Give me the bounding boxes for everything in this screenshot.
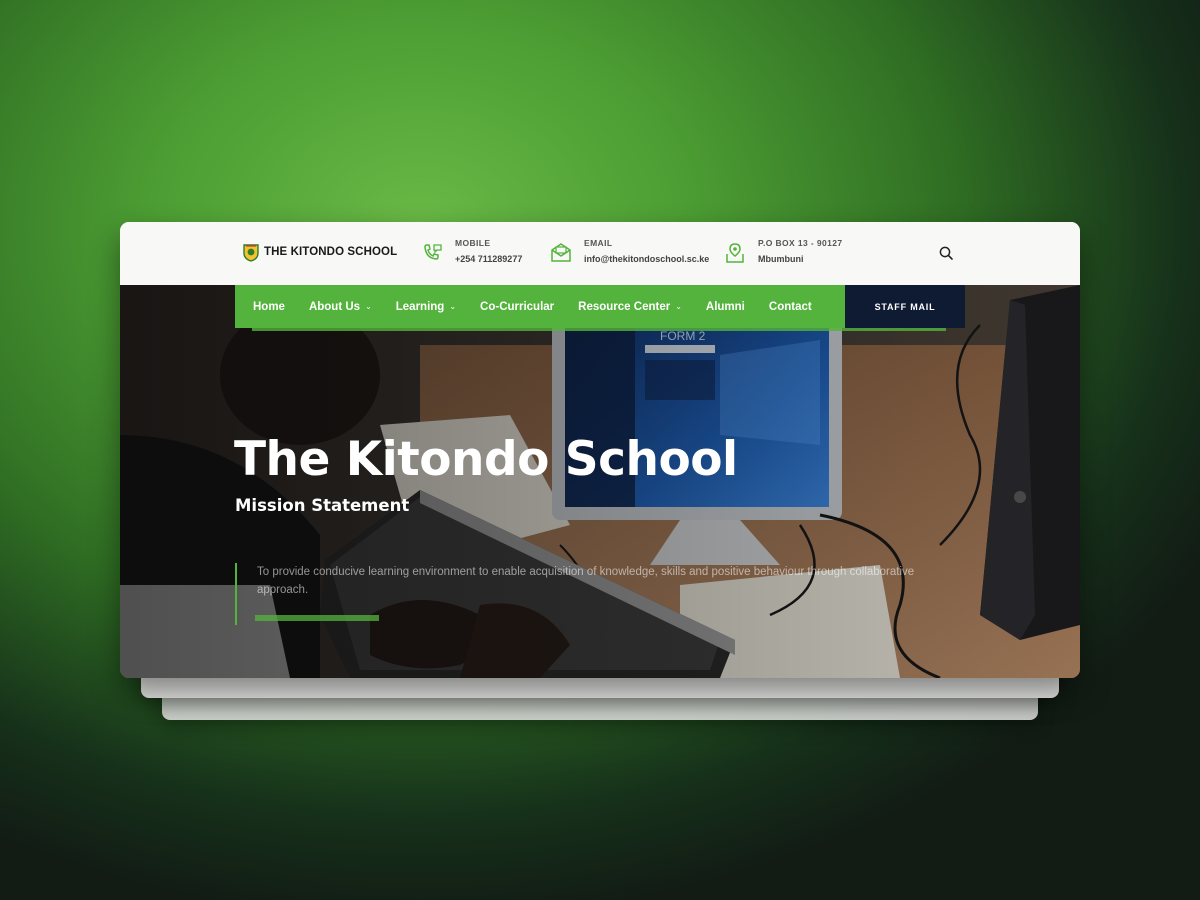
nav-item-resource-center[interactable]: Resource Center ⌄ [578, 301, 682, 313]
mobile-label: MOBILE [455, 238, 491, 248]
hero-subtitle: Mission Statement [235, 496, 410, 515]
nav-item-contact[interactable]: Contact [769, 301, 812, 313]
nav-item-label: Home [253, 300, 285, 313]
mobile-value[interactable]: +254 711289277 [455, 254, 522, 264]
search-icon[interactable] [938, 245, 954, 261]
nav-item-learning[interactable]: Learning ⌄ [396, 301, 456, 313]
address-label: P.O BOX 13 - 90127 [758, 238, 843, 248]
hero-title: The Kitondo School [234, 432, 738, 487]
nav-item-label: About Us [308, 300, 361, 313]
nav-item-label: Learning [395, 300, 445, 313]
nav-item-label: Contact [768, 300, 812, 313]
mobile-info: MOBILE +254 711289277 [421, 238, 522, 264]
header-topbar: THE KITONDO SCHOOL MOBILE +254 711289277… [120, 222, 1080, 285]
email-info: EMAIL info@thekitondoschool.sc.ke [550, 238, 709, 264]
chevron-down-icon: ⌄ [675, 302, 682, 311]
address-info: P.O BOX 13 - 90127 Mbumbuni [724, 238, 843, 264]
map-pin-icon [726, 243, 744, 263]
nav-item-label: Co-Curricular [480, 300, 555, 313]
email-label: EMAIL [584, 238, 613, 248]
phone-chat-icon [424, 244, 442, 260]
school-crest-icon [243, 244, 259, 262]
staff-mail-button[interactable]: STAFF MAIL [845, 285, 965, 328]
nav-item-label: Alumni [705, 300, 745, 313]
nav-item-alumni[interactable]: Alumni [706, 301, 745, 313]
site-logo[interactable]: THE KITONDO SCHOOL [242, 242, 397, 262]
mission-accent-bar [255, 615, 379, 621]
nav-underline [252, 328, 946, 331]
website-mockup: THE KITONDO SCHOOL MOBILE +254 711289277… [120, 222, 1080, 678]
logo-text: THE KITONDO SCHOOL [264, 246, 398, 258]
chevron-down-icon: ⌄ [365, 302, 372, 311]
nav-item-home[interactable]: Home [253, 301, 285, 313]
nav-item-label: Resource Center [578, 300, 671, 313]
address-value: Mbumbuni [758, 254, 804, 264]
nav-item-co-curricular[interactable]: Co-Curricular [480, 301, 554, 313]
email-value[interactable]: info@thekitondoschool.sc.ke [584, 254, 709, 264]
chevron-down-icon: ⌄ [449, 302, 457, 311]
nav-item-about-us[interactable]: About Us ⌄ [309, 301, 372, 313]
mail-open-icon [551, 243, 571, 262]
